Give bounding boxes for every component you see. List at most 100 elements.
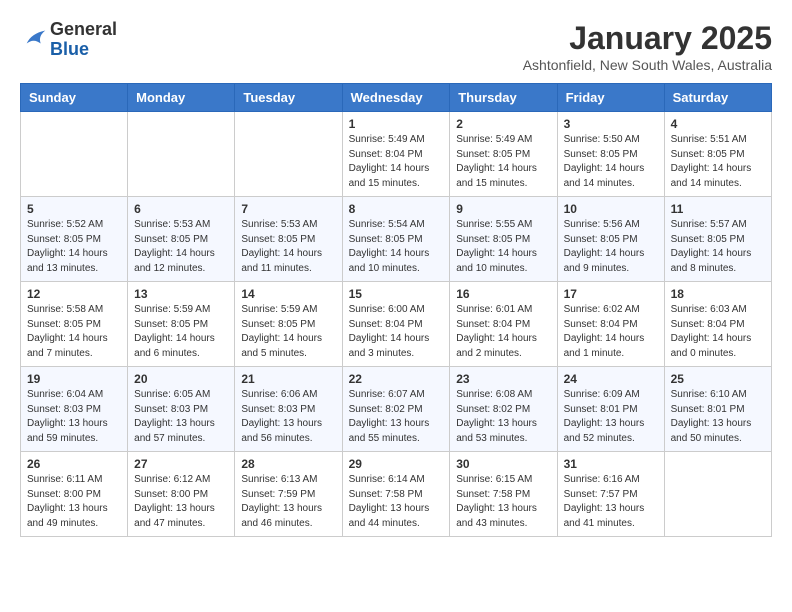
day-info: Sunrise: 6:13 AM Sunset: 7:59 PM Dayligh… [241, 473, 335, 531]
calendar-cell: 20Sunrise: 6:05 AM Sunset: 8:03 PM Dayli… [128, 367, 235, 452]
day-info: Sunrise: 5:52 AM Sunset: 8:05 PM Dayligh… [27, 218, 121, 276]
day-info: Sunrise: 5:49 AM Sunset: 8:05 PM Dayligh… [456, 133, 550, 191]
calendar-cell: 2 Sunrise: 5:49 AM Sunset: 8:05 PM Daylig… [450, 112, 557, 197]
day-info: Sunrise: 5:56 AM Sunset: 8:05 PM Dayligh… [564, 218, 658, 276]
day-info: Sunrise: 6:01 AM Sunset: 8:04 PM Dayligh… [456, 303, 550, 361]
calendar-cell: 19Sunrise: 6:04 AM Sunset: 8:03 PM Dayli… [21, 367, 128, 452]
day-info: Sunrise: 6:08 AM Sunset: 8:02 PM Dayligh… [456, 388, 550, 446]
calendar-cell: 17 Sunrise: 6:02 AM Sunset: 8:04 PM Dayli… [557, 282, 664, 367]
day-info: Sunrise: 5:51 AM Sunset: 8:05 PM Dayligh… [671, 133, 765, 191]
day-info: Sunrise: 6:10 AM Sunset: 8:01 PM Dayligh… [671, 388, 765, 446]
day-number: 21 [241, 372, 335, 386]
day-number: 14 [241, 287, 335, 301]
day-number: 31 [564, 457, 658, 471]
day-info: Sunrise: 6:11 AM Sunset: 8:00 PM Dayligh… [27, 473, 121, 531]
day-info: Sunrise: 5:49 AM Sunset: 8:04 PM Dayligh… [349, 133, 444, 191]
day-number: 28 [241, 457, 335, 471]
calendar-cell: 4Sunrise: 5:51 AM Sunset: 8:05 PM Daylig… [664, 112, 771, 197]
logo-bird-icon [22, 23, 50, 51]
calendar-cell: 29 Sunrise: 6:14 AM Sunset: 7:58 PM Dayli… [342, 452, 450, 537]
day-number: 1 [349, 117, 444, 131]
calendar-cell: 22 Sunrise: 6:07 AM Sunset: 8:02 PM Dayli… [342, 367, 450, 452]
day-number: 3 [564, 117, 658, 131]
day-info: Sunrise: 5:59 AM Sunset: 8:05 PM Dayligh… [134, 303, 228, 361]
page-header: General Blue January 2025 Ashtonfield, N… [20, 20, 772, 73]
calendar-cell: 11Sunrise: 5:57 AM Sunset: 8:05 PM Dayli… [664, 197, 771, 282]
calendar-cell: 23 Sunrise: 6:08 AM Sunset: 8:02 PM Dayli… [450, 367, 557, 452]
logo-general-text: General [50, 19, 117, 39]
day-number: 27 [134, 457, 228, 471]
calendar-cell: 31 Sunrise: 6:16 AM Sunset: 7:57 PM Dayli… [557, 452, 664, 537]
day-info: Sunrise: 6:09 AM Sunset: 8:01 PM Dayligh… [564, 388, 658, 446]
day-info: Sunrise: 5:57 AM Sunset: 8:05 PM Dayligh… [671, 218, 765, 276]
calendar-cell: 13Sunrise: 5:59 AM Sunset: 8:05 PM Dayli… [128, 282, 235, 367]
weekday-header-monday: Monday [128, 84, 235, 112]
day-number: 8 [349, 202, 444, 216]
calendar-cell [21, 112, 128, 197]
day-number: 30 [456, 457, 550, 471]
calendar-week-row: 26 Sunrise: 6:11 AM Sunset: 8:00 PM Dayli… [21, 452, 772, 537]
location-text: Ashtonfield, New South Wales, Australia [523, 57, 772, 73]
day-info: Sunrise: 6:02 AM Sunset: 8:04 PM Dayligh… [564, 303, 658, 361]
calendar-cell: 7Sunrise: 5:53 AM Sunset: 8:05 PM Daylig… [235, 197, 342, 282]
month-title: January 2025 [523, 20, 772, 57]
calendar-cell: 21 Sunrise: 6:06 AM Sunset: 8:03 PM Dayli… [235, 367, 342, 452]
day-number: 10 [564, 202, 658, 216]
calendar-cell: 26 Sunrise: 6:11 AM Sunset: 8:00 PM Dayli… [21, 452, 128, 537]
day-number: 17 [564, 287, 658, 301]
weekday-header-tuesday: Tuesday [235, 84, 342, 112]
calendar-week-row: 5 Sunrise: 5:52 AM Sunset: 8:05 PM Daylig… [21, 197, 772, 282]
calendar-cell: 1 Sunrise: 5:49 AM Sunset: 8:04 PM Daylig… [342, 112, 450, 197]
calendar-cell: 3 Sunrise: 5:50 AM Sunset: 8:05 PM Daylig… [557, 112, 664, 197]
calendar-cell: 25 Sunrise: 6:10 AM Sunset: 8:01 PM Dayli… [664, 367, 771, 452]
day-number: 22 [349, 372, 444, 386]
calendar-cell: 14 Sunrise: 5:59 AM Sunset: 8:05 PM Dayli… [235, 282, 342, 367]
calendar-cell: 15 Sunrise: 6:00 AM Sunset: 8:04 PM Dayli… [342, 282, 450, 367]
day-number: 26 [27, 457, 121, 471]
day-number: 9 [456, 202, 550, 216]
weekday-header-sunday: Sunday [21, 84, 128, 112]
day-number: 23 [456, 372, 550, 386]
calendar-week-row: 19Sunrise: 6:04 AM Sunset: 8:03 PM Dayli… [21, 367, 772, 452]
day-info: Sunrise: 6:14 AM Sunset: 7:58 PM Dayligh… [349, 473, 444, 531]
day-number: 15 [349, 287, 444, 301]
day-info: Sunrise: 6:04 AM Sunset: 8:03 PM Dayligh… [27, 388, 121, 446]
day-info: Sunrise: 5:50 AM Sunset: 8:05 PM Dayligh… [564, 133, 658, 191]
weekday-header-wednesday: Wednesday [342, 84, 450, 112]
day-number: 16 [456, 287, 550, 301]
day-info: Sunrise: 6:16 AM Sunset: 7:57 PM Dayligh… [564, 473, 658, 531]
calendar-cell: 27 Sunrise: 6:12 AM Sunset: 8:00 PM Dayli… [128, 452, 235, 537]
day-number: 24 [564, 372, 658, 386]
day-number: 6 [134, 202, 228, 216]
calendar-cell [664, 452, 771, 537]
day-info: Sunrise: 6:00 AM Sunset: 8:04 PM Dayligh… [349, 303, 444, 361]
day-info: Sunrise: 6:12 AM Sunset: 8:00 PM Dayligh… [134, 473, 228, 531]
calendar-cell: 5 Sunrise: 5:52 AM Sunset: 8:05 PM Daylig… [21, 197, 128, 282]
weekday-header-row: SundayMondayTuesdayWednesdayThursdayFrid… [21, 84, 772, 112]
calendar-cell: 24 Sunrise: 6:09 AM Sunset: 8:01 PM Dayli… [557, 367, 664, 452]
day-number: 29 [349, 457, 444, 471]
day-number: 2 [456, 117, 550, 131]
day-info: Sunrise: 5:55 AM Sunset: 8:05 PM Dayligh… [456, 218, 550, 276]
day-number: 7 [241, 202, 335, 216]
title-section: January 2025 Ashtonfield, New South Wale… [523, 20, 772, 73]
calendar-week-row: 12Sunrise: 5:58 AM Sunset: 8:05 PM Dayli… [21, 282, 772, 367]
calendar-cell [128, 112, 235, 197]
day-info: Sunrise: 6:07 AM Sunset: 8:02 PM Dayligh… [349, 388, 444, 446]
day-number: 18 [671, 287, 765, 301]
day-info: Sunrise: 6:06 AM Sunset: 8:03 PM Dayligh… [241, 388, 335, 446]
calendar-cell: 8 Sunrise: 5:54 AM Sunset: 8:05 PM Daylig… [342, 197, 450, 282]
day-info: Sunrise: 6:15 AM Sunset: 7:58 PM Dayligh… [456, 473, 550, 531]
day-number: 25 [671, 372, 765, 386]
day-number: 5 [27, 202, 121, 216]
calendar-cell: 16 Sunrise: 6:01 AM Sunset: 8:04 PM Dayli… [450, 282, 557, 367]
calendar-cell: 6 Sunrise: 5:53 AM Sunset: 8:05 PM Daylig… [128, 197, 235, 282]
logo-blue-text: Blue [50, 39, 89, 59]
calendar-cell: 9 Sunrise: 5:55 AM Sunset: 8:05 PM Daylig… [450, 197, 557, 282]
calendar-cell: 18Sunrise: 6:03 AM Sunset: 8:04 PM Dayli… [664, 282, 771, 367]
day-info: Sunrise: 5:53 AM Sunset: 8:05 PM Dayligh… [134, 218, 228, 276]
weekday-header-thursday: Thursday [450, 84, 557, 112]
day-info: Sunrise: 5:54 AM Sunset: 8:05 PM Dayligh… [349, 218, 444, 276]
day-info: Sunrise: 5:59 AM Sunset: 8:05 PM Dayligh… [241, 303, 335, 361]
day-info: Sunrise: 5:58 AM Sunset: 8:05 PM Dayligh… [27, 303, 121, 361]
